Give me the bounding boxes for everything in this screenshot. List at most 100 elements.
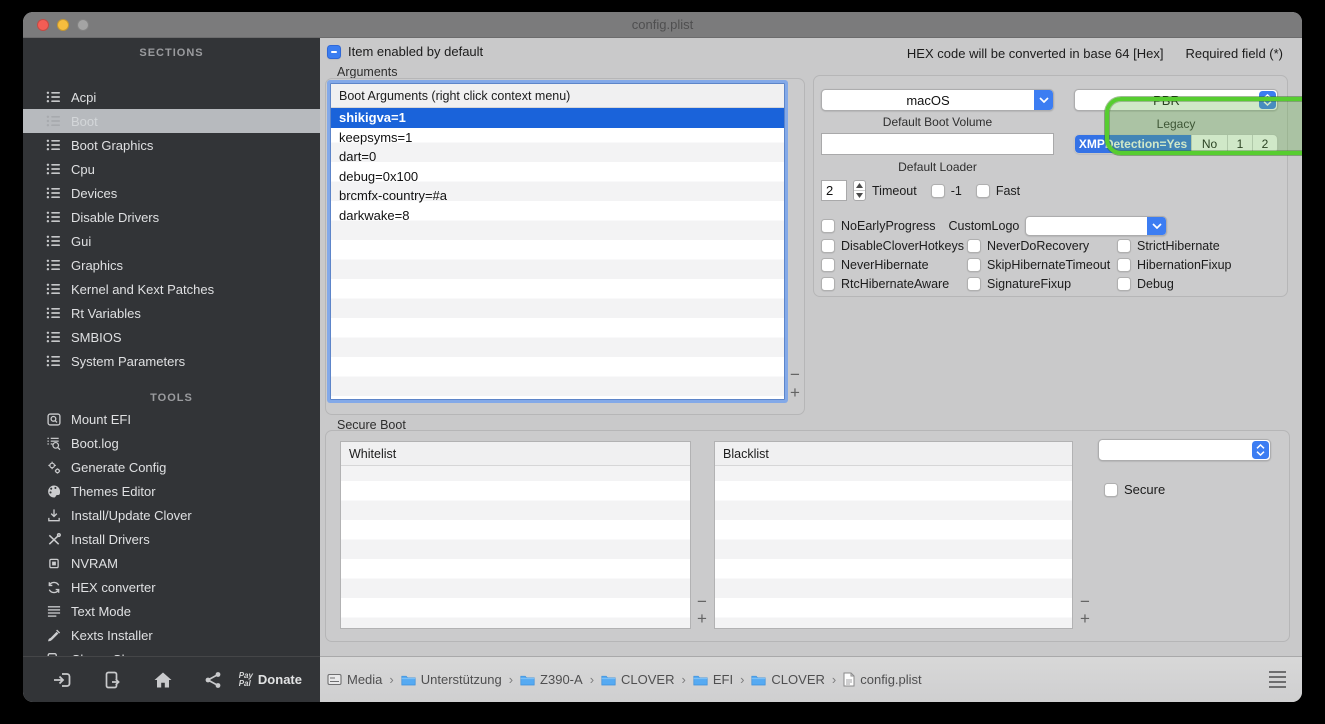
- sidebar-item-text-mode[interactable]: Text Mode: [23, 599, 320, 623]
- share-button[interactable]: [188, 671, 238, 689]
- timeout-neg1-checkbox[interactable]: [931, 184, 945, 198]
- boot-argument-row[interactable]: keepsyms=1: [331, 128, 784, 148]
- blacklist-add-button[interactable]: +: [1077, 612, 1093, 626]
- hibernation-fixup-checkbox[interactable]: [1117, 258, 1131, 272]
- custom-logo-label: CustomLogo: [948, 219, 1019, 233]
- sidebar-item-generate-config[interactable]: Generate Config: [23, 455, 320, 479]
- breadcrumb-item-folder[interactable]: CLOVER: [601, 672, 674, 687]
- sidebar-item-boot-log[interactable]: Boot.log: [23, 431, 320, 455]
- breadcrumb-item-folder[interactable]: EFI: [693, 672, 733, 687]
- never-hibernate-checkbox[interactable]: [821, 258, 835, 272]
- boot-argument-row[interactable]: darkwake=8: [331, 206, 784, 226]
- export-file-button[interactable]: [87, 671, 137, 689]
- whitelist-add-button[interactable]: +: [694, 612, 710, 626]
- donate-button[interactable]: PayPal Donate: [239, 672, 302, 688]
- secure-boot-policy-select[interactable]: [1098, 439, 1271, 461]
- segment-2[interactable]: 2: [1252, 135, 1277, 153]
- breadcrumb-item-folder[interactable]: Unterstützung: [401, 672, 502, 687]
- breadcrumb-item-media[interactable]: Media: [327, 672, 382, 687]
- sidebar-item-label: Graphics: [71, 258, 123, 273]
- sidebar-item-boot-graphics[interactable]: Boot Graphics: [23, 133, 320, 157]
- app-window: config.plist SECTIONS Acpi Boot Boot Gra…: [23, 12, 1302, 702]
- breadcrumb-item-folder[interactable]: CLOVER: [751, 672, 824, 687]
- paypal-icon: PayPal: [239, 672, 253, 688]
- rtc-hibernate-aware-checkbox[interactable]: [821, 277, 835, 291]
- folder-icon: [693, 674, 708, 686]
- sidebar-item-label: Themes Editor: [71, 484, 156, 499]
- no-early-progress-checkbox[interactable]: [821, 219, 835, 233]
- fast-checkbox[interactable]: [976, 184, 990, 198]
- list-icon: [45, 282, 62, 296]
- breadcrumb-item-config-plist[interactable]: config.plist: [843, 672, 921, 687]
- boot-argument-row[interactable]: brcmfx-country=#a: [331, 186, 784, 206]
- sidebar-item-label: Install/Update Clover: [71, 508, 192, 523]
- whitelist-remove-button[interactable]: −: [694, 595, 710, 609]
- never-do-recovery-checkbox[interactable]: [967, 239, 981, 253]
- sidebar-item-label: Install Drivers: [71, 532, 150, 547]
- custom-logo-select[interactable]: [1025, 216, 1167, 236]
- sidebar-item-install-drivers[interactable]: Install Drivers: [23, 527, 320, 551]
- tools-header: TOOLS: [23, 390, 320, 406]
- sidebar-item-gui[interactable]: Gui: [23, 229, 320, 253]
- secure-label: Secure: [1124, 482, 1165, 497]
- sidebar-item-disable-drivers[interactable]: Disable Drivers: [23, 205, 320, 229]
- segment-1[interactable]: 1: [1227, 135, 1252, 153]
- no-early-progress-label: NoEarlyProgress: [841, 219, 935, 233]
- signature-fixup-checkbox[interactable]: [967, 277, 981, 291]
- sidebar-item-mount-efi[interactable]: Mount EFI: [23, 407, 320, 431]
- disable-clover-hotkeys-checkbox[interactable]: [821, 239, 835, 253]
- palette-icon: [45, 484, 62, 499]
- strict-hibernate-checkbox[interactable]: [1117, 239, 1131, 253]
- blacklist-remove-button[interactable]: −: [1077, 595, 1093, 609]
- sidebar-item-label: Kernel and Kext Patches: [71, 282, 214, 297]
- sidebar-item-cpu[interactable]: Cpu: [23, 157, 320, 181]
- boot-arguments-list[interactable]: Boot Arguments (right click context menu…: [330, 83, 785, 400]
- sidebar-item-rt-variables[interactable]: Rt Variables: [23, 301, 320, 325]
- timeout-input[interactable]: [821, 180, 847, 201]
- header-notes: HEX code will be converted in base 64 [H…: [907, 46, 1283, 61]
- sidebar-item-label: NVRAM: [71, 556, 118, 571]
- list-icon: [45, 162, 62, 176]
- item-enabled-label: Item enabled by default: [348, 44, 483, 59]
- sidebar-item-boot[interactable]: Boot: [23, 109, 320, 133]
- secure-checkbox[interactable]: [1104, 483, 1118, 497]
- fast-label: Fast: [996, 184, 1020, 198]
- sidebar-item-graphics[interactable]: Graphics: [23, 253, 320, 277]
- item-enabled-checkbox[interactable]: [327, 45, 341, 59]
- sidebar-item-kexts-installer[interactable]: Kexts Installer: [23, 623, 320, 647]
- list-icon: [45, 306, 62, 320]
- sidebar-item-devices[interactable]: Devices: [23, 181, 320, 205]
- whitelist-table[interactable]: Whitelist: [340, 441, 691, 629]
- blacklist-table[interactable]: Blacklist: [714, 441, 1073, 629]
- segment-xmpdetection-yes[interactable]: XMPDetection=Yes: [1075, 135, 1191, 153]
- import-button[interactable]: [37, 671, 87, 689]
- timeout-stepper[interactable]: [853, 180, 866, 201]
- breadcrumb-item-folder[interactable]: Z390-A: [520, 672, 583, 687]
- sidebar-item-nvram[interactable]: NVRAM: [23, 551, 320, 575]
- sidebar-item-install-update-clover[interactable]: Install/Update Clover: [23, 503, 320, 527]
- default-boot-volume-select[interactable]: macOS: [821, 89, 1054, 111]
- sidebar-item-themes-editor[interactable]: Themes Editor: [23, 479, 320, 503]
- default-loader-input[interactable]: [821, 133, 1054, 155]
- sidebar-item-smbios[interactable]: SMBIOS: [23, 325, 320, 349]
- home-button[interactable]: [138, 671, 188, 689]
- debug-checkbox[interactable]: [1117, 277, 1131, 291]
- sidebar-item-kernel-kext-patches[interactable]: Kernel and Kext Patches: [23, 277, 320, 301]
- sidebar-item-label: Mount EFI: [71, 412, 131, 427]
- boot-argument-row[interactable]: dart=0: [331, 147, 784, 167]
- boot-argument-row[interactable]: debug=0x100: [331, 167, 784, 187]
- sidebar-item-label: System Parameters: [71, 354, 185, 369]
- boot-argument-row[interactable]: shikigva=1: [331, 108, 784, 128]
- sidebar-item-system-parameters[interactable]: System Parameters: [23, 349, 320, 373]
- disk-icon: [327, 673, 342, 686]
- remove-argument-button[interactable]: −: [787, 368, 803, 382]
- sidebar-item-acpi[interactable]: Acpi: [23, 85, 320, 109]
- add-argument-button[interactable]: +: [787, 386, 803, 400]
- segment-no[interactable]: No: [1191, 135, 1227, 153]
- menu-icon[interactable]: [1269, 671, 1286, 688]
- sidebar-item-label: Rt Variables: [71, 306, 141, 321]
- sidebar-item-hex-converter[interactable]: HEX converter: [23, 575, 320, 599]
- skip-hibernate-timeout-checkbox[interactable]: [967, 258, 981, 272]
- required-note: Required field (*): [1185, 46, 1283, 61]
- legacy-select[interactable]: PBR: [1074, 89, 1278, 111]
